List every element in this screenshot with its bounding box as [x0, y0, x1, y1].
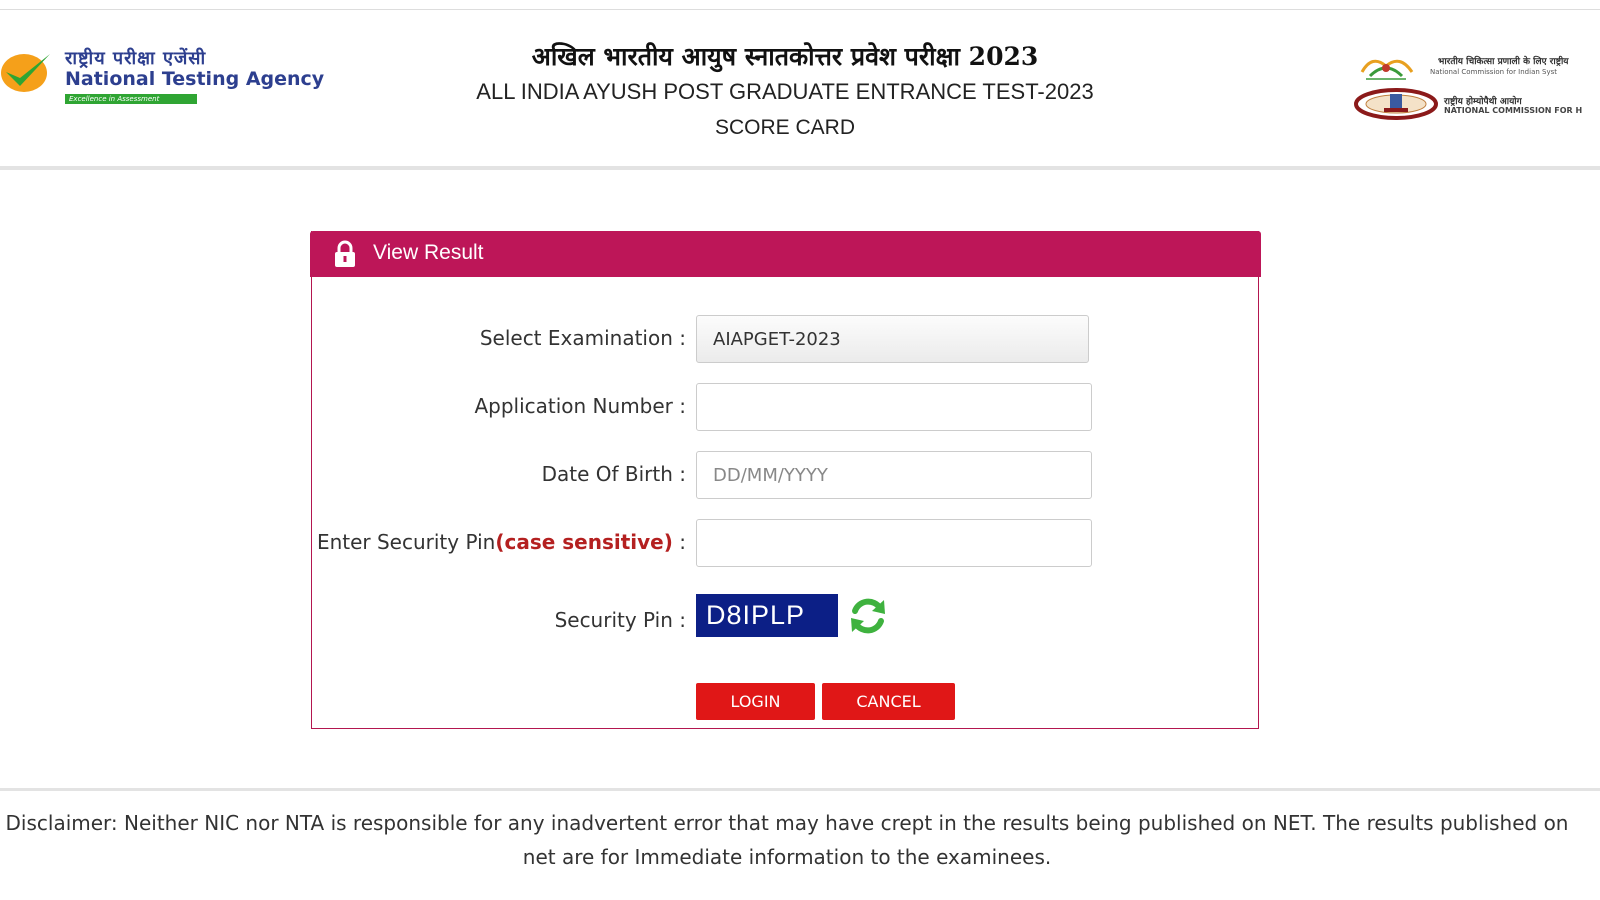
login-button[interactable]: LOGIN: [696, 683, 815, 720]
case-sensitive-note: (case sensitive): [495, 530, 673, 554]
panel-title: View Result: [373, 241, 484, 264]
application-number-label: Application Number :: [474, 394, 686, 418]
dob-input[interactable]: [696, 451, 1092, 499]
refresh-captcha-icon[interactable]: [846, 594, 890, 638]
application-number-input[interactable]: [696, 383, 1092, 431]
page-subtitle: SCORE CARD: [714, 116, 856, 139]
page-title-english: ALL INDIA AYUSH POST GRADUATE ENTRANCE T…: [476, 79, 1094, 104]
view-result-panel: View Result Select Examination : AIAPGET…: [310, 231, 1261, 729]
ncism-name-english: National Commission for Indian Syst: [1430, 68, 1557, 76]
title-block: अखिल भारतीय आयुष स्नातकोत्तर प्रवेश परीक…: [400, 40, 1170, 144]
footer-divider: [0, 788, 1600, 791]
security-pin-label: Enter Security Pin(case sensitive) :: [312, 530, 686, 554]
captcha-label: Security Pin :: [554, 608, 686, 632]
nta-checkmark-logo: [1, 54, 50, 92]
page-title-hindi: अखिल भारतीय आयुष स्नातकोत्तर प्रवेश परीक…: [531, 42, 1039, 71]
captcha-image: D8IPLP: [696, 594, 838, 637]
security-pin-label-text: Enter Security Pin: [316, 530, 496, 554]
security-pin-input[interactable]: [696, 519, 1092, 567]
nch-emblem-icon: [1354, 88, 1438, 120]
dob-label: Date Of Birth :: [541, 462, 686, 486]
header-divider: [0, 166, 1600, 170]
nta-name-hindi: राष्ट्रीय परीक्षा एजेंसी: [65, 48, 207, 69]
security-pin-label-colon: :: [672, 530, 686, 554]
cancel-button[interactable]: CANCEL: [822, 683, 955, 720]
nta-tagline: Excellence in Assessment: [65, 94, 197, 104]
ncism-name-hindi: भारतीय चिकित्सा प्रणाली के लिए राष्ट्रीय: [1438, 57, 1569, 67]
nch-name-english: NATIONAL COMMISSION FOR H: [1444, 106, 1583, 115]
page-header: राष्ट्रीय परीक्षा एजेंसी National Testin…: [0, 10, 1600, 168]
nta-logo: राष्ट्रीय परीक्षा एजेंसी National Testin…: [0, 44, 350, 108]
disclaimer-text: Disclaimer: Neither NIC nor NTA is respo…: [5, 811, 1569, 869]
lock-icon: [335, 240, 355, 267]
commission-logos: भारतीय चिकित्सा प्रणाली के लिए राष्ट्रीय…: [1352, 48, 1600, 128]
panel-header: View Result: [310, 231, 1261, 277]
exam-select-value: AIAPGET-2023: [713, 328, 841, 350]
exam-select[interactable]: AIAPGET-2023: [696, 315, 1089, 363]
nta-name-english: National Testing Agency: [65, 68, 325, 90]
ncism-emblem-icon: [1360, 59, 1414, 80]
exam-label: Select Examination :: [479, 326, 686, 350]
